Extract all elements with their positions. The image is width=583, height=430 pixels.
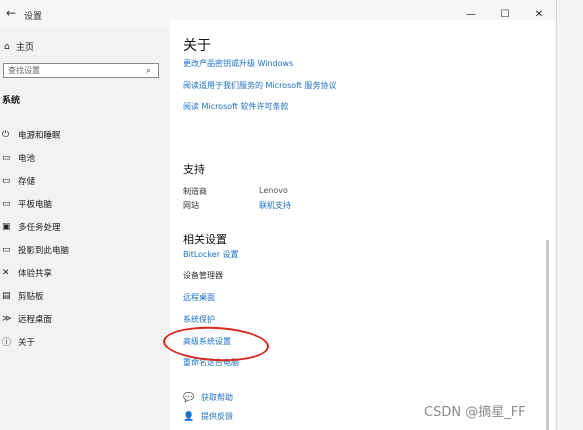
home-label: 主页: [16, 43, 35, 53]
service-agreement-link[interactable]: 阅读适用于我们服务的 Microsoft 服务协议: [183, 80, 337, 91]
share-icon: ✕: [2, 267, 10, 278]
clipboard-icon: ▤: [2, 290, 11, 301]
help-icon: 💬: [183, 392, 195, 403]
sidebar-item-share[interactable]: ✕ 体验共享: [2, 261, 69, 284]
search-icon[interactable]: ⌕: [146, 66, 158, 76]
search-placeholder: 查找设置: [8, 66, 40, 75]
info-icon: ⓘ: [2, 338, 12, 348]
remote-desktop-icon: ≫: [2, 313, 12, 324]
change-product-key-link[interactable]: 更改产品密钥或升级 Windows: [183, 58, 293, 69]
multitask-icon: ▣: [2, 221, 11, 232]
sidebar-item-label: 关于: [18, 337, 36, 348]
sidebar-item-about[interactable]: ⓘ 关于: [2, 330, 69, 353]
projection-icon: ▭: [2, 244, 11, 255]
power-icon: ⏻: [2, 129, 10, 140]
sidebar-item-remote-desktop[interactable]: ≫ 远程桌面: [2, 307, 69, 330]
sidebar-item-power[interactable]: ⏻ 电源和睡眠: [2, 123, 69, 146]
sidebar-item-label: 体验共享: [18, 268, 53, 279]
watermark: CSDN @摘星_FF: [424, 405, 526, 420]
license-terms-link[interactable]: 阅读 Microsoft 软件许可条款: [183, 101, 289, 112]
settings-window: ← 设置 — ☐ ✕ ⌂ 主页 查找设置 ⌕ 系统 ⏻ 电源和睡眠 ▭ 电池 ▭…: [0, 0, 557, 430]
manufacturer-value: Lenovo: [259, 186, 288, 195]
bitlocker-settings-link[interactable]: BitLocker 设置: [183, 249, 239, 260]
sidebar-item-label: 电池: [18, 153, 36, 164]
related-settings-heading: 相关设置: [183, 233, 227, 246]
sidebar-item-label: 多任务处理: [18, 222, 61, 233]
sidebar-item-clipboard[interactable]: ▤ 剪贴板: [2, 284, 69, 307]
remote-desktop-link[interactable]: 远程桌面: [183, 292, 215, 303]
system-protection-link[interactable]: 系统保护: [183, 314, 215, 325]
page-title: 关于: [183, 38, 211, 54]
online-support-link[interactable]: 联机支持: [259, 200, 291, 211]
get-help-label: 获取帮助: [201, 393, 233, 402]
sidebar-item-label: 平板电脑: [18, 199, 53, 210]
sidebar: ⌂ 主页 查找设置 ⌕ 系统 ⏻ 电源和睡眠 ▭ 电池 ▭ 存储 ▭ 平板电脑: [0, 28, 170, 430]
get-help-link[interactable]: 💬 获取帮助: [183, 392, 233, 403]
about-page: 关于 更改产品密钥或升级 Windows 阅读适用于我们服务的 Microsof…: [170, 20, 555, 430]
battery-icon: ▭: [2, 152, 11, 163]
back-arrow-icon[interactable]: ←: [6, 6, 16, 20]
storage-icon: ▭: [2, 175, 11, 186]
sidebar-nav: ⏻ 电源和睡眠 ▭ 电池 ▭ 存储 ▭ 平板电脑 ▣ 多任务处理 ▭ 投影到此电…: [2, 123, 69, 353]
sidebar-item-battery[interactable]: ▭ 电池: [2, 146, 69, 169]
feedback-link[interactable]: 👤 提供反馈: [183, 411, 233, 422]
feedback-icon: 👤: [183, 411, 195, 422]
sidebar-item-label: 投影到此电脑: [18, 245, 70, 256]
window-title: 设置: [24, 12, 43, 22]
device-manager-link[interactable]: 设备管理器: [183, 270, 223, 281]
search-input[interactable]: 查找设置 ⌕: [3, 63, 159, 78]
tablet-icon: ▭: [2, 198, 11, 209]
sidebar-item-label: 存储: [18, 176, 36, 187]
sidebar-item-multitask[interactable]: ▣ 多任务处理: [2, 215, 69, 238]
sidebar-item-label: 剪贴板: [18, 291, 44, 302]
website-label: 网站: [183, 201, 199, 210]
sidebar-item-tablet[interactable]: ▭ 平板电脑: [2, 192, 69, 215]
manufacturer-label: 制造商: [183, 187, 207, 196]
sidebar-section-title: 系统: [2, 96, 21, 106]
support-heading: 支持: [183, 163, 205, 176]
scrollbar[interactable]: [546, 240, 549, 430]
sidebar-home[interactable]: ⌂ 主页: [4, 40, 35, 54]
home-icon: ⌂: [4, 41, 10, 52]
sidebar-item-label: 电源和睡眠: [18, 130, 61, 141]
sidebar-item-storage[interactable]: ▭ 存储: [2, 169, 69, 192]
sidebar-item-projection[interactable]: ▭ 投影到此电脑: [2, 238, 69, 261]
feedback-label: 提供反馈: [201, 412, 233, 421]
sidebar-item-label: 远程桌面: [18, 314, 53, 325]
